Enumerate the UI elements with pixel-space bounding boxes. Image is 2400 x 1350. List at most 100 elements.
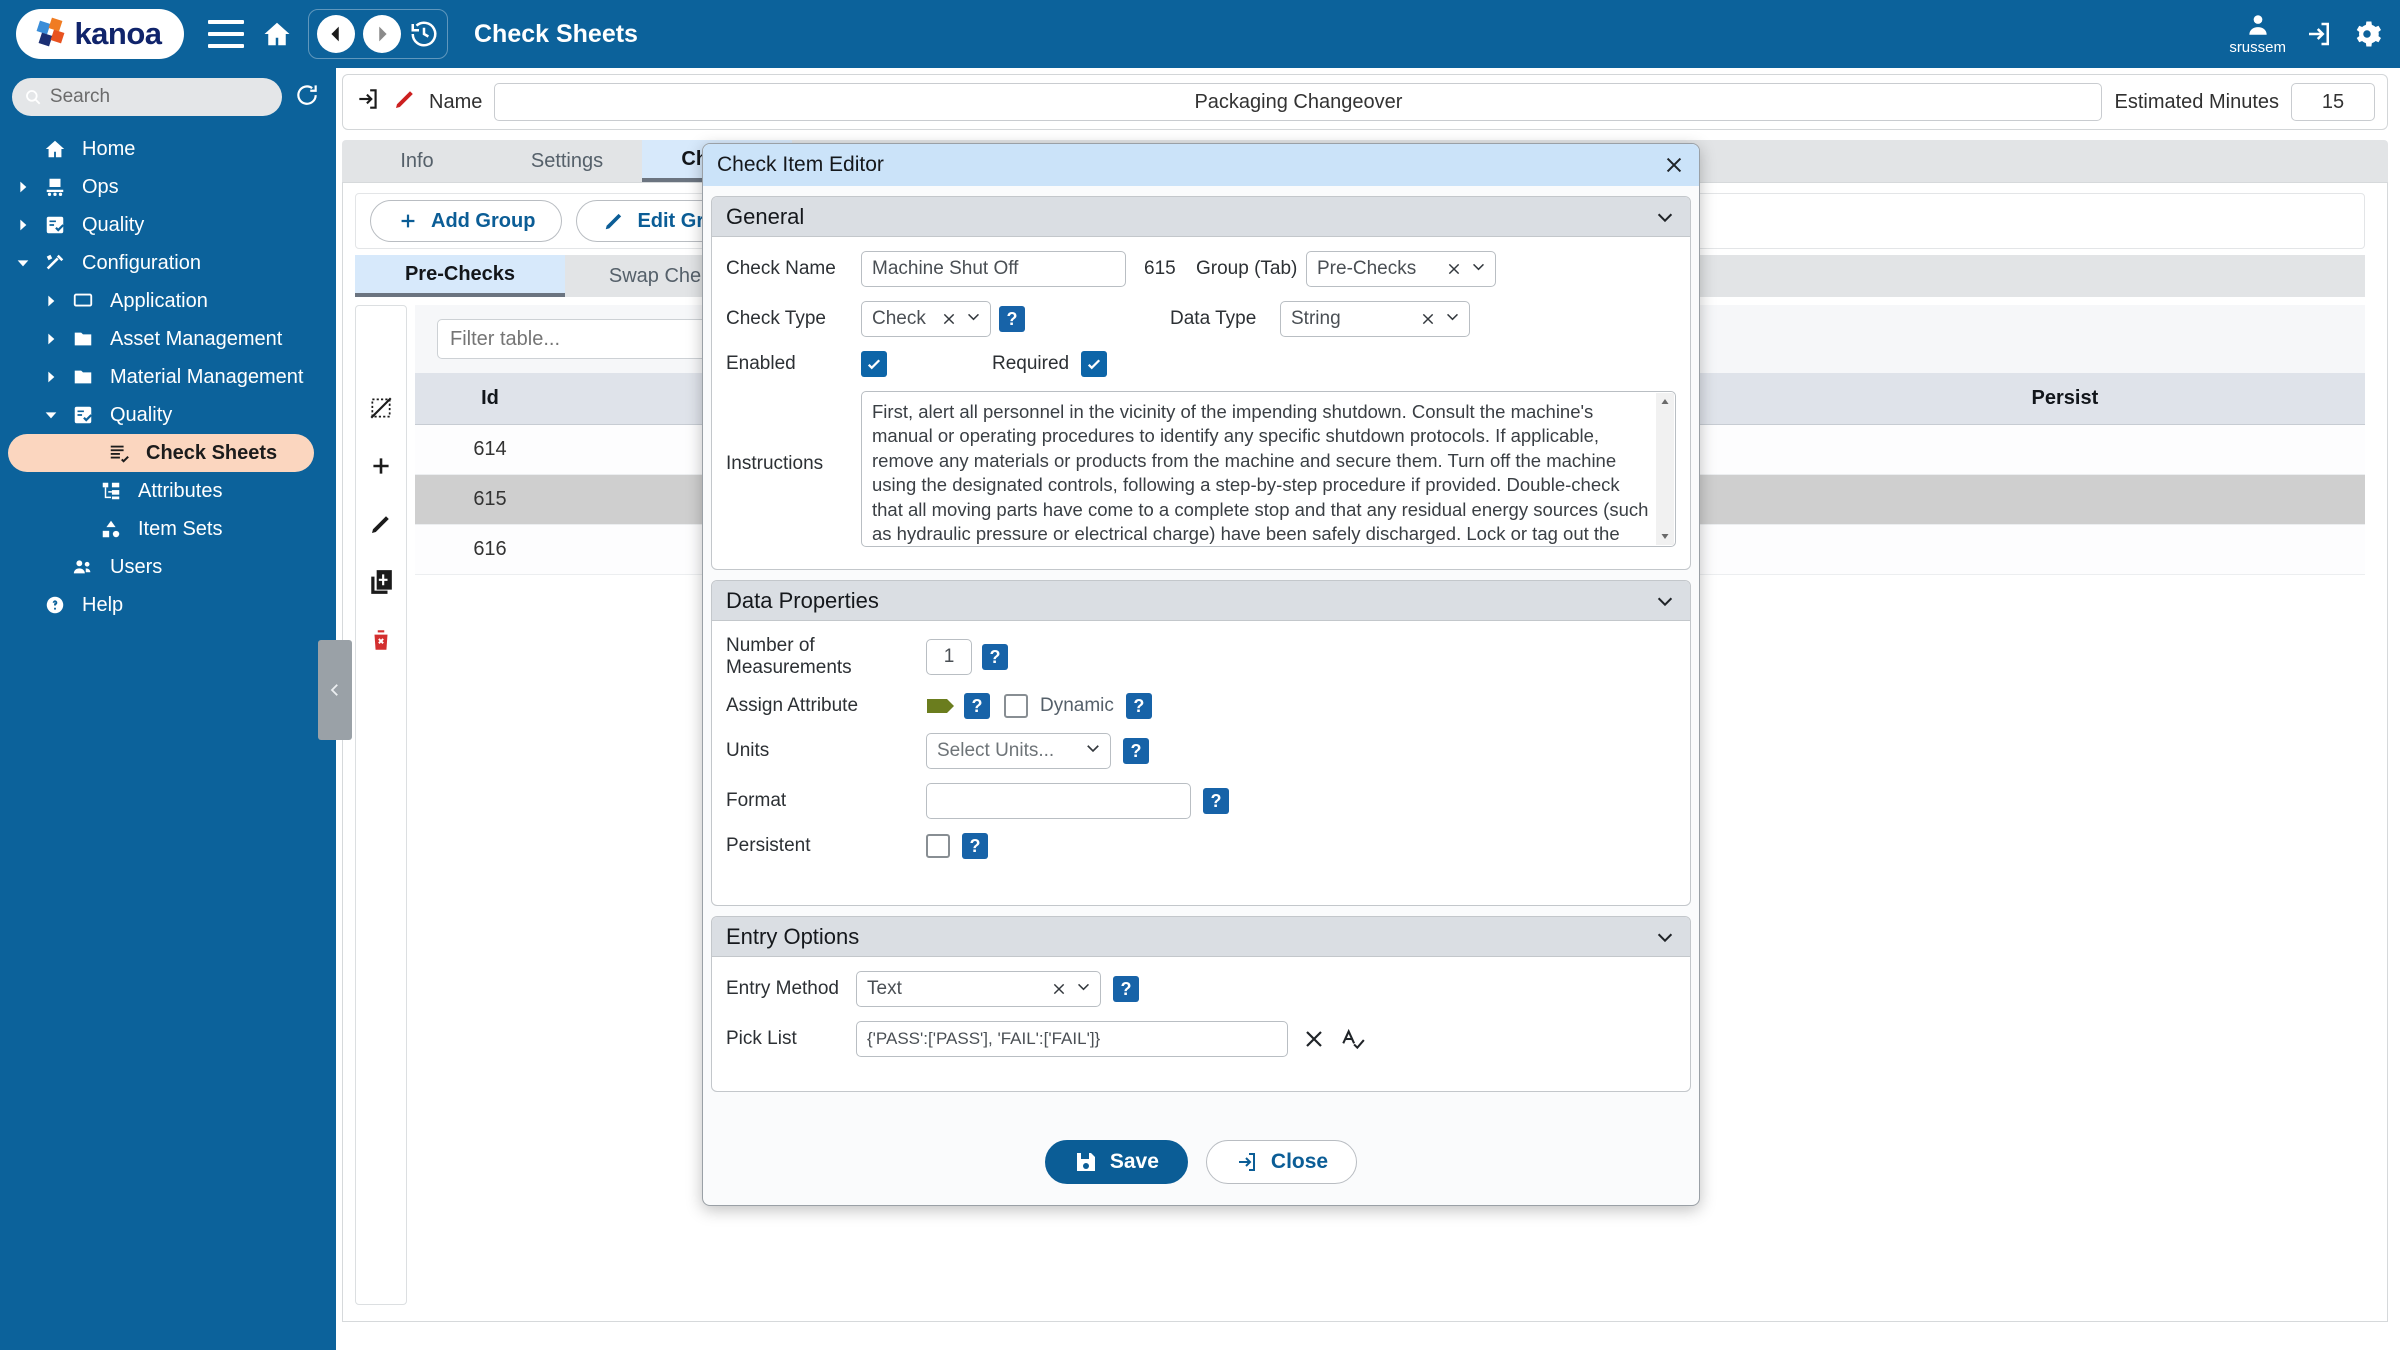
instructions-textarea[interactable]: First, alert all personnel in the vicini… xyxy=(861,391,1676,547)
chevron-right-icon[interactable] xyxy=(8,217,38,233)
chevron-down-icon[interactable] xyxy=(36,407,66,423)
chevron-right-icon[interactable] xyxy=(36,293,66,309)
check-type-select[interactable]: Check xyxy=(861,301,991,337)
attribute-tag-icon[interactable] xyxy=(926,696,956,716)
search-input[interactable] xyxy=(49,86,270,108)
data-properties-section-header[interactable]: Data Properties xyxy=(712,581,1690,621)
pick-list-clear-icon[interactable] xyxy=(1302,1027,1326,1051)
clear-icon[interactable] xyxy=(1420,311,1436,327)
sidebar-item-material-management[interactable]: Material Management xyxy=(0,358,336,396)
group-tab-select[interactable]: Pre-Checks xyxy=(1306,251,1496,287)
chevron-right-icon[interactable] xyxy=(8,179,38,195)
dynamic-checkbox[interactable] xyxy=(1004,694,1028,718)
persistent-checkbox[interactable] xyxy=(926,834,950,858)
entry-method-row: Entry Method Text ? xyxy=(726,971,1676,1007)
search-box[interactable] xyxy=(12,78,282,116)
chevron-down-icon[interactable] xyxy=(1075,978,1092,1001)
units-select[interactable]: Select Units... xyxy=(926,733,1111,769)
check-name-input[interactable] xyxy=(861,251,1126,287)
refresh-icon[interactable] xyxy=(294,81,320,113)
cell-persist[interactable] xyxy=(1764,474,2365,525)
tab-settings[interactable]: Settings xyxy=(492,140,642,182)
sidebar-item-application[interactable]: Application xyxy=(0,282,336,320)
sidebar-item-attributes[interactable]: Attributes xyxy=(0,472,336,510)
measurements-input[interactable] xyxy=(926,639,972,675)
add-group-label: Add Group xyxy=(431,209,536,232)
chevron-down-icon[interactable] xyxy=(8,255,38,271)
required-checkbox[interactable] xyxy=(1081,351,1108,377)
sidebar-collapse-handle[interactable] xyxy=(318,640,352,740)
instructions-scrollbar[interactable] xyxy=(1656,393,1674,545)
add-check-icon[interactable] xyxy=(365,450,397,482)
sidebar-item-ops[interactable]: Ops xyxy=(0,168,336,206)
dynamic-help-icon[interactable]: ? xyxy=(1125,693,1152,719)
entry-options-section-header[interactable]: Entry Options xyxy=(712,917,1690,957)
units-help-icon[interactable]: ? xyxy=(1123,738,1149,764)
logout-icon[interactable] xyxy=(2304,19,2334,49)
back-icon[interactable] xyxy=(317,15,355,53)
menu-icon[interactable] xyxy=(208,20,244,48)
assign-attribute-help-icon[interactable]: ? xyxy=(964,693,990,719)
chevron-right-icon[interactable] xyxy=(36,369,66,385)
sidebar-item-help[interactable]: Help xyxy=(0,586,336,624)
sidebar-item-configuration[interactable]: Configuration xyxy=(0,244,336,282)
chevron-down-icon[interactable] xyxy=(1444,308,1461,331)
data-type-value: String xyxy=(1291,308,1341,329)
edit-pencil-icon[interactable] xyxy=(393,87,417,117)
check-name-label: Check Name xyxy=(726,258,836,279)
close-button[interactable]: Close xyxy=(1205,1140,1358,1184)
pick-list-input[interactable] xyxy=(856,1021,1288,1057)
chevron-down-icon[interactable] xyxy=(1470,258,1487,281)
cell-persist[interactable] xyxy=(1764,524,2365,575)
entry-method-select[interactable]: Text xyxy=(856,971,1101,1007)
data-type-select[interactable]: String xyxy=(1280,301,1470,337)
quality-icon xyxy=(38,214,72,236)
gear-icon[interactable] xyxy=(2352,19,2382,49)
check-type-help-icon[interactable]: ? xyxy=(999,306,1025,332)
sidebar-item-item-sets[interactable]: Item Sets xyxy=(0,510,336,548)
enabled-checkbox[interactable] xyxy=(861,351,887,377)
add-group-button[interactable]: Add Group xyxy=(370,200,563,242)
general-section-header[interactable]: General xyxy=(712,197,1690,237)
chevron-down-icon[interactable] xyxy=(965,308,982,331)
clear-selection-icon[interactable] xyxy=(365,392,397,424)
brand-logo[interactable]: kanoa xyxy=(16,9,184,59)
save-button[interactable]: Save xyxy=(1044,1140,1188,1184)
column-header-id[interactable]: Id xyxy=(415,373,565,425)
duplicate-check-icon[interactable] xyxy=(365,566,397,598)
close-icon[interactable] xyxy=(1663,154,1685,176)
cell-persist[interactable] xyxy=(1764,424,2365,475)
format-input[interactable] xyxy=(926,783,1191,819)
estimated-minutes-input[interactable] xyxy=(2291,83,2375,121)
column-header-persist[interactable]: Persist xyxy=(1764,373,2365,425)
entry-method-help-icon[interactable]: ? xyxy=(1113,976,1139,1002)
home-icon[interactable] xyxy=(262,19,292,49)
history-icon[interactable] xyxy=(409,19,439,49)
sheet-name-input[interactable] xyxy=(494,83,2103,121)
clear-icon[interactable] xyxy=(1051,981,1067,997)
edit-check-icon[interactable] xyxy=(365,508,397,540)
forward-icon[interactable] xyxy=(363,15,401,53)
chevron-down-icon[interactable] xyxy=(1084,739,1102,763)
chevron-down-icon[interactable] xyxy=(1654,206,1676,228)
persistent-help-icon[interactable]: ? xyxy=(962,833,988,859)
sidebar-item-quality[interactable]: Quality xyxy=(0,396,336,434)
measurements-help-icon[interactable]: ? xyxy=(982,644,1008,670)
format-help-icon[interactable]: ? xyxy=(1203,788,1229,814)
sidebar-item-quality[interactable]: Quality xyxy=(0,206,336,244)
open-sheet-icon[interactable] xyxy=(355,86,381,118)
clear-icon[interactable] xyxy=(941,311,957,327)
user-menu[interactable]: srussem xyxy=(2229,12,2286,56)
delete-check-icon[interactable] xyxy=(365,624,397,656)
clear-icon[interactable] xyxy=(1446,261,1462,277)
spellcheck-icon[interactable] xyxy=(1340,1026,1366,1052)
sidebar-item-users[interactable]: Users xyxy=(0,548,336,586)
group-tab-pre-checks[interactable]: Pre-Checks xyxy=(355,255,565,297)
sidebar-item-home[interactable]: Home xyxy=(0,130,336,168)
chevron-down-icon[interactable] xyxy=(1654,590,1676,612)
chevron-right-icon[interactable] xyxy=(36,331,66,347)
chevron-down-icon[interactable] xyxy=(1654,926,1676,948)
sidebar-item-check-sheets[interactable]: Check Sheets xyxy=(8,434,314,472)
sidebar-item-asset-management[interactable]: Asset Management xyxy=(0,320,336,358)
tab-info[interactable]: Info xyxy=(342,140,492,182)
